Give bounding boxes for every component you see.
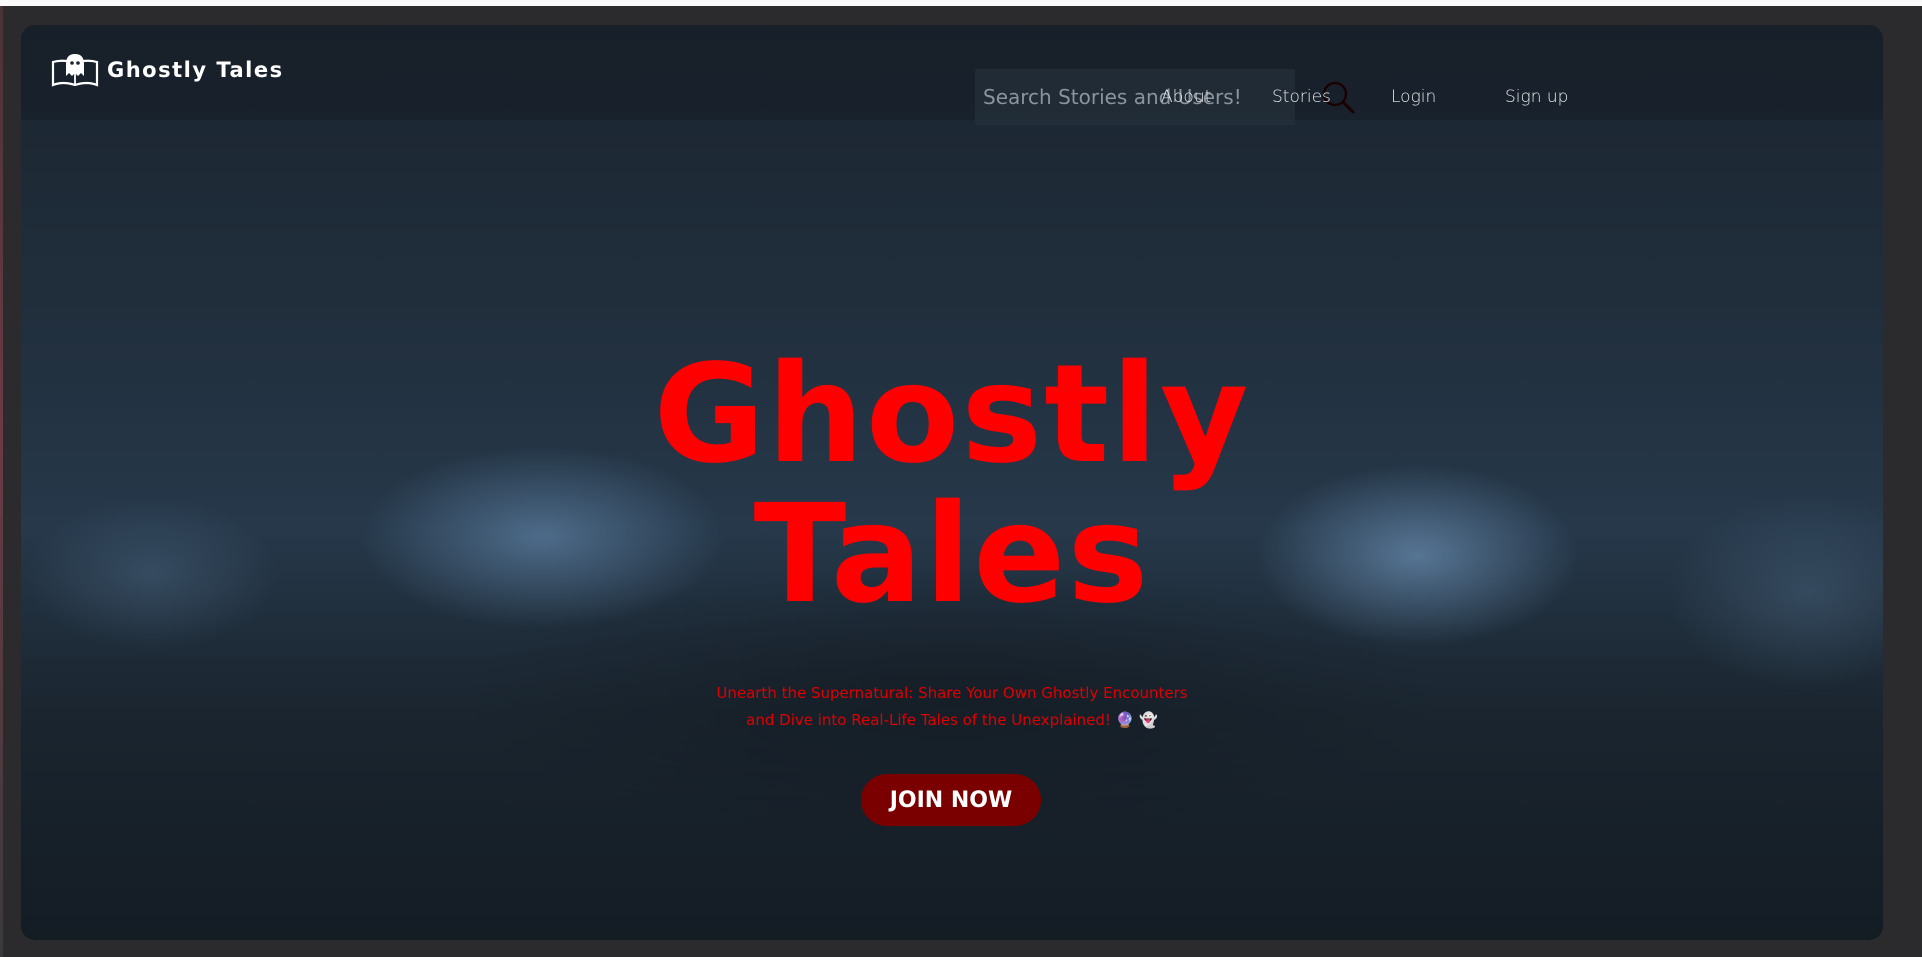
hero-subtitle-line1: Unearth the Supernatural: Share Your Own… [716, 684, 1188, 702]
brand-logo[interactable]: Ghostly Tales [51, 52, 284, 88]
browser-top-strip [0, 0, 1922, 6]
search-box [975, 69, 1295, 125]
hero-title-line2: Tales [753, 476, 1151, 634]
nav-stories-link[interactable]: Stories [1272, 87, 1331, 107]
page-frame: Ghostly Tales About Stories Login Sign u… [21, 25, 1883, 940]
nav-login-link[interactable]: Login [1391, 87, 1436, 107]
brand-name: Ghostly Tales [107, 58, 284, 82]
search-input[interactable] [981, 84, 1285, 110]
hero-title-line1: Ghostly [653, 336, 1251, 494]
hero-title: Ghostly Tales [21, 345, 1883, 625]
ghost-book-icon [51, 52, 99, 88]
hero-subtitle-line2: and Dive into Real-Life Tales of the Une… [746, 711, 1158, 729]
nav-signup-link[interactable]: Sign up [1505, 87, 1568, 107]
nav-about-link[interactable]: About [1161, 87, 1211, 107]
navbar: Ghostly Tales [21, 25, 1883, 120]
window-left-edge [0, 6, 3, 957]
join-now-button[interactable]: JOIN NOW [861, 774, 1041, 826]
hero-subtitle: Unearth the Supernatural: Share Your Own… [21, 680, 1883, 734]
